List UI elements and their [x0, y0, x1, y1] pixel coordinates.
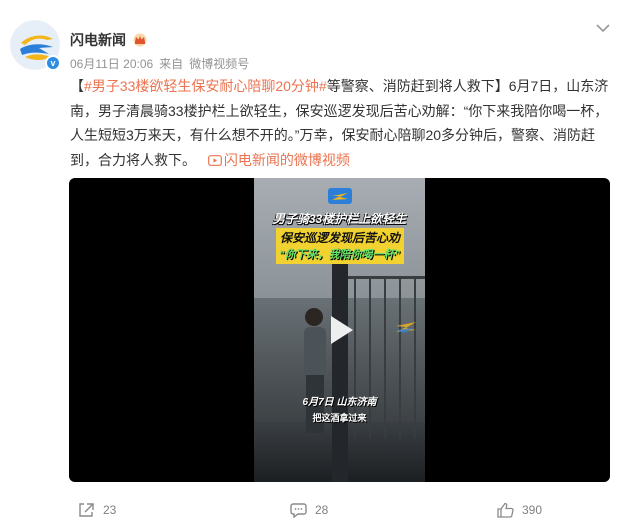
post-text: 【#男子33楼欲轻生保安耐心陪聊20分钟#等警察、消防赶到将人救下】6月7日，山…	[70, 74, 615, 172]
video-link-icon	[207, 154, 222, 166]
verified-badge-icon: v	[45, 55, 61, 71]
crown-icon[interactable]	[132, 33, 148, 47]
like-count: 390	[522, 503, 543, 517]
author-name[interactable]: 闪电新闻	[70, 30, 126, 50]
forward-count: 23	[103, 503, 117, 517]
bracket-open: 【	[70, 78, 84, 94]
comment-button[interactable]: 28	[290, 502, 328, 518]
chevron-down-icon[interactable]	[596, 20, 610, 33]
video-caption-quote: “你下来，我陪你喝一杯”	[279, 249, 400, 261]
headline-rest: 等警察、消防赶到将人救下	[326, 78, 495, 94]
forward-button[interactable]: 23	[78, 502, 116, 518]
video-subtitle: 把这酒拿过来	[312, 413, 367, 423]
weibo-post-card: v 闪电新闻 06月11日 20:06 来自 微博视频号 【#男子33楼欲轻生保…	[0, 0, 634, 531]
video-player[interactable]: 男子骑33楼护栏上欲轻生 保安巡逻发现后苦心劝解 “你下来，我陪你喝一杯” 6月…	[69, 178, 610, 482]
video-link[interactable]: 闪电新闻的微博视频	[200, 152, 350, 168]
bracket-close: 】	[494, 78, 509, 94]
video-caption-title: 男子骑33楼护栏上欲轻生	[272, 212, 407, 226]
post-date[interactable]: 06月11日 20:06	[70, 55, 153, 72]
comment-count: 28	[315, 503, 329, 517]
lightning-logo-icon	[328, 188, 352, 204]
topic-link[interactable]: #男子33楼欲轻生保安耐心陪聊20分钟#	[84, 78, 327, 94]
play-icon[interactable]	[319, 310, 359, 350]
watermark-icon	[396, 322, 416, 333]
source-prefix: 来自	[159, 57, 184, 71]
action-bar: 23 28 390	[0, 496, 634, 526]
share-icon	[79, 503, 94, 517]
avatar[interactable]: v	[10, 20, 61, 71]
post-source[interactable]: 微博视频号	[189, 55, 249, 72]
comment-icon	[290, 503, 307, 518]
author-row: 闪电新闻	[70, 30, 148, 50]
like-button[interactable]: 390	[497, 502, 542, 518]
frame-pillar	[332, 248, 348, 482]
video-link-text: 闪电新闻的微博视频	[223, 151, 350, 168]
post-meta: 06月11日 20:06 来自 微博视频号	[70, 55, 249, 72]
thumbs-up-icon	[497, 502, 514, 518]
video-caption-date: 6月7日 山东济南	[302, 397, 377, 408]
